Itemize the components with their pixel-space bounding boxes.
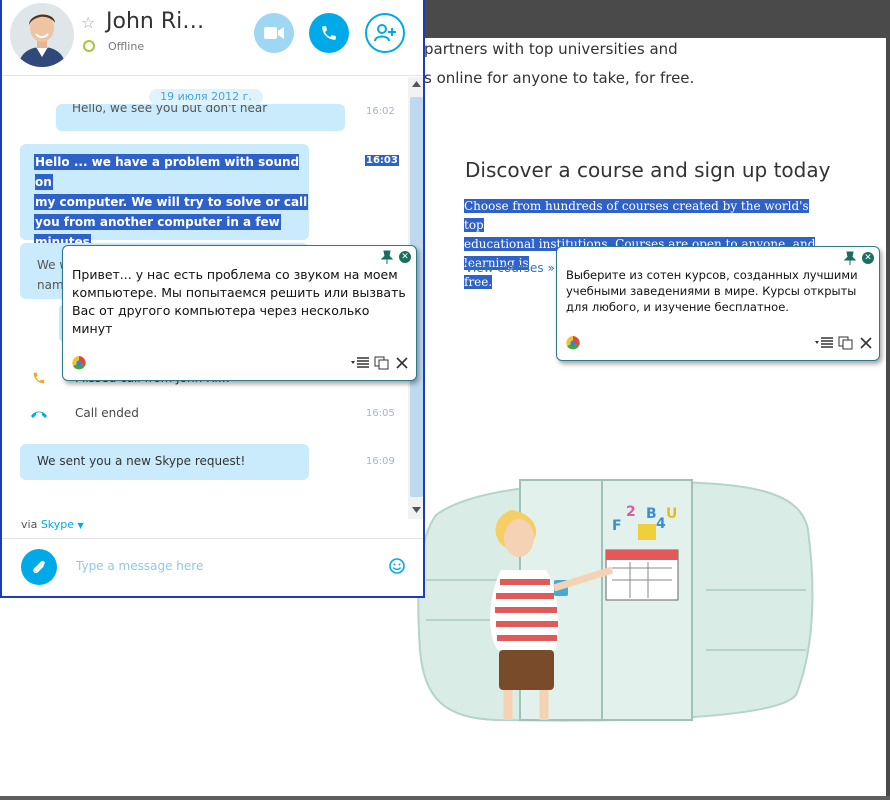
avatar-image — [10, 3, 74, 67]
options-list-icon[interactable] — [351, 357, 369, 368]
message-line: my computer. We will try to solve or cal… — [35, 195, 308, 209]
message-time: 16:03 — [365, 155, 399, 166]
close-icon[interactable]: ✕ — [399, 251, 411, 263]
copy-translation-icon[interactable] — [374, 356, 389, 370]
message-time: 16:09 — [366, 456, 395, 467]
translation-line: Вас от другого компьютера через нескольк… — [72, 303, 370, 318]
webpage-text-line: partners with top universities and — [424, 40, 678, 58]
pin-icon[interactable] — [844, 251, 856, 265]
translation-popup: ✕ Выберите из сотен курсов, созданных лу… — [556, 246, 880, 361]
translation-text: Привет... у нас есть проблема со звуком … — [72, 266, 410, 338]
date-separator: 19 июля 2012 г. — [149, 89, 263, 105]
favorite-star-icon[interactable]: ☆ — [81, 13, 95, 32]
message-bubble-selected[interactable]: Hello ... we have a problem with sound o… — [20, 144, 309, 249]
pin-icon[interactable] — [381, 250, 393, 264]
close-icon[interactable]: ✕ — [862, 252, 874, 264]
audio-call-button[interactable] — [309, 13, 349, 53]
message-line: you from another computer in a few — [35, 215, 280, 229]
settings-tools-icon[interactable] — [396, 357, 408, 369]
call-ended-icon — [31, 411, 47, 418]
settings-tools-icon[interactable] — [860, 337, 872, 349]
add-contact-button[interactable] — [365, 13, 405, 53]
message-bubble[interactable]: We sent you a new Skype request! — [20, 444, 309, 480]
call-event-ended: Call ended 16:05 — [28, 402, 408, 426]
scroll-down-icon[interactable] — [412, 507, 421, 513]
attach-button[interactable] — [21, 549, 57, 585]
video-camera-icon — [264, 27, 284, 39]
translation-line: Привет... у нас есть проблема со звуком … — [72, 267, 398, 282]
message-time: 16:02 — [366, 106, 395, 117]
emoji-icon[interactable] — [387, 556, 407, 576]
magnet-letter: 2 — [626, 504, 636, 520]
message-bubble[interactable]: Hello, we see you but don't hear — [56, 104, 345, 131]
call-event-label: Call ended — [75, 406, 139, 420]
message-input[interactable] — [76, 556, 366, 576]
message-text: Hello ... we have a problem with sound o… — [35, 152, 309, 252]
webpage-heading: Discover a course and sign up today — [465, 158, 831, 182]
translation-line: учебными заведениями в мире. Курсы откры… — [566, 284, 857, 298]
translation-line: для любого, и изучение бесплатное. — [566, 300, 789, 314]
via-skype-dropdown[interactable]: Skype ▼ — [41, 518, 84, 531]
description-line: free. — [464, 275, 493, 289]
contact-name: John Ri… — [106, 9, 205, 34]
paperclip-icon — [33, 560, 45, 574]
popup-toolbar[interactable] — [815, 336, 877, 350]
bottom-border — [0, 796, 890, 800]
options-list-icon[interactable] — [815, 337, 833, 348]
avatar[interactable] — [10, 3, 74, 67]
translator-logo-icon[interactable] — [72, 356, 86, 370]
window-edge — [886, 0, 890, 800]
video-call-button[interactable] — [254, 13, 294, 53]
scroll-up-icon[interactable] — [412, 81, 421, 87]
magnet-letter: U — [666, 506, 677, 522]
via-indicator: via Skype ▼ — [21, 518, 84, 531]
translation-line: минут — [72, 321, 113, 336]
phone-icon — [322, 26, 336, 40]
view-courses-link[interactable]: View courses » — [465, 261, 555, 275]
message-time: 16:05 — [366, 408, 395, 419]
status-offline-icon — [83, 40, 95, 52]
magnet-letter: F — [612, 518, 622, 534]
status-text: Offline — [108, 40, 145, 53]
message-text: Hello, we see you but don't hear — [72, 104, 268, 115]
via-service-label: Skype — [40, 518, 75, 531]
translation-line: компьютере. Мы попытаемся решить или выз… — [72, 285, 406, 300]
translation-text: Выберите из сотен курсов, созданных лучш… — [566, 267, 872, 315]
popup-toolbar[interactable] — [351, 356, 413, 370]
via-label: via — [21, 518, 38, 531]
missed-call-icon — [33, 372, 45, 384]
message-line: Hello ... we have a problem with sound o… — [35, 155, 300, 189]
chevron-down-icon: ▼ — [77, 521, 84, 530]
description-line: Choose from hundreds of courses created … — [464, 199, 809, 232]
translation-popup: ✕ Привет... у нас есть проблема со звуко… — [62, 245, 417, 381]
translation-line: Выберите из сотен курсов, созданных лучш… — [566, 268, 858, 282]
add-person-icon — [374, 24, 396, 42]
magnet-letter: 4 — [656, 516, 666, 532]
webpage-text-line: s online for anyone to take, for free. — [424, 69, 695, 87]
webpage-header-bar — [420, 0, 890, 38]
fridge-illustration: F 2 B 4 U — [417, 479, 814, 722]
translator-logo-icon[interactable] — [566, 336, 580, 350]
copy-translation-icon[interactable] — [838, 336, 853, 350]
